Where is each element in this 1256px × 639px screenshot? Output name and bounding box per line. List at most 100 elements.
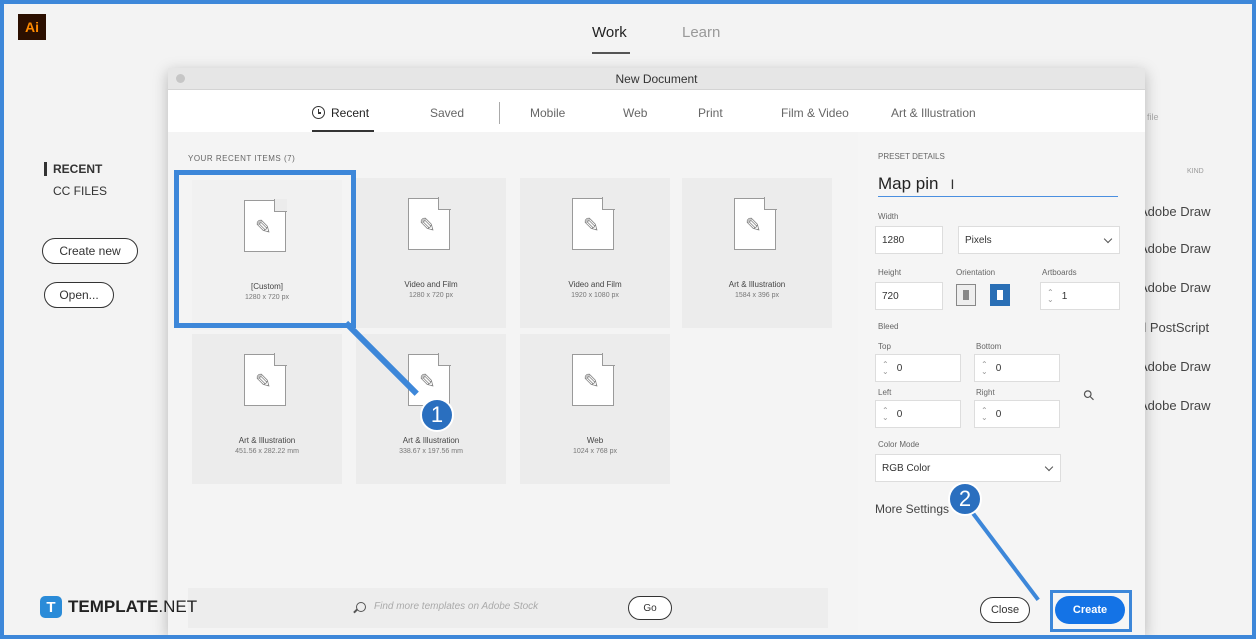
tab-web[interactable]: Web [623, 106, 647, 120]
go-button[interactable]: Go [628, 596, 672, 620]
stepper-arrows-icon[interactable]: ⌃ ⌄ [1047, 289, 1054, 304]
preset-tile[interactable]: ✎ Video and Film 1920 x 1080 px [520, 178, 670, 328]
artboards-stepper[interactable]: ⌃ ⌄ 1 [1040, 282, 1120, 310]
preset-tile-size: 1024 x 768 px [573, 448, 617, 455]
tab-film-video[interactable]: Film & Video [781, 106, 849, 120]
preset-tile-size: 338.67 x 197.56 mm [399, 448, 463, 455]
bg-list-partial-header: file [1147, 112, 1159, 122]
bleed-left-stepper[interactable]: ⌃ ⌄ 0 [875, 400, 961, 428]
preset-details-panel: PRESET DETAILS Map pin I Width 1280 Pixel… [858, 132, 1145, 635]
stepper-arrows-icon[interactable]: ⌃ ⌄ [981, 361, 988, 376]
document-icon: ✎ [408, 197, 451, 250]
bleed-bottom-stepper[interactable]: ⌃ ⌄ 0 [974, 354, 1060, 382]
preset-tile[interactable]: ✎ Video and Film 1280 x 720 px [356, 178, 506, 328]
color-mode-label: Color Mode [878, 440, 920, 449]
bleed-label: Bleed [878, 322, 899, 331]
brand-name: TEMPLATE [68, 597, 159, 616]
list-item[interactable]: Adobe Draw [1139, 359, 1211, 374]
document-icon: ✎ [244, 353, 287, 406]
bleed-top-stepper[interactable]: ⌃ ⌄ 0 [875, 354, 961, 382]
template-logo-icon: T [40, 596, 62, 618]
height-field[interactable]: 720 [875, 282, 943, 310]
document-name-field[interactable]: Map pin I [878, 174, 1118, 197]
stepper-arrows-icon[interactable]: ⌃ ⌄ [882, 361, 889, 376]
tab-separator [499, 102, 500, 124]
template-net-watermark: T TEMPLATE.NET [40, 596, 197, 618]
tab-recent[interactable]: Recent [312, 106, 369, 120]
preset-tile-size: 1920 x 1080 px [571, 292, 619, 299]
preset-details-heading: PRESET DETAILS [878, 152, 945, 161]
tab-print[interactable]: Print [698, 106, 723, 120]
preset-tile-name: Video and Film [568, 280, 622, 289]
width-label: Width [878, 212, 899, 221]
close-button[interactable]: Close [980, 597, 1030, 623]
dialog-title: New Document [615, 72, 698, 86]
chevron-down-icon [1044, 462, 1054, 472]
units-select[interactable]: Pixels [958, 226, 1120, 254]
dialog-titlebar: New Document [168, 68, 1145, 90]
preset-tile-name: Web [586, 436, 604, 445]
document-icon: ✎ [572, 197, 615, 250]
search-icon [356, 602, 366, 612]
document-icon: ✎ [408, 353, 451, 406]
artboards-label: Artboards [1042, 268, 1077, 277]
list-item[interactable]: d PostScript [1139, 320, 1209, 335]
stock-search-bar: Find more templates on Adobe Stock Go [188, 588, 828, 628]
document-icon: ✎ [572, 353, 615, 406]
portrait-orientation-icon[interactable] [956, 284, 976, 306]
preset-tile-name: Art & Illustration [238, 436, 296, 445]
step1-highlight [174, 170, 356, 328]
chevron-down-icon [1103, 234, 1113, 244]
create-new-button[interactable]: Create new [42, 238, 138, 264]
more-settings-button[interactable]: More Settings [875, 502, 949, 516]
tab-art-illustration[interactable]: Art & Illustration [891, 106, 976, 120]
preset-tile[interactable]: ✎ Web 1024 x 768 px [520, 334, 670, 484]
tab-saved[interactable]: Saved [430, 106, 464, 120]
nav-cc-files[interactable]: CC FILES [44, 184, 107, 198]
top-label: Top [878, 342, 891, 351]
stepper-arrows-icon[interactable]: ⌃ ⌄ [981, 407, 988, 422]
preset-tile-name: Art & Illustration [728, 280, 786, 289]
document-icon: ✎ [734, 197, 777, 250]
illustrator-logo-icon: Ai [18, 14, 46, 40]
left-label: Left [878, 388, 892, 397]
preset-tile-size: 1280 x 720 px [409, 292, 453, 299]
clock-icon [312, 106, 325, 119]
preset-category-tabs: Recent Saved Mobile Web Print Film & Vid… [168, 90, 1145, 132]
brand-suffix: .NET [158, 597, 198, 616]
home-left-nav: RECENT CC FILES [44, 162, 107, 198]
preset-tile[interactable]: ✎ Art & Illustration 1584 x 396 px [682, 178, 832, 328]
width-field[interactable]: 1280 [875, 226, 943, 254]
right-label: Right [976, 388, 995, 397]
list-item[interactable]: Adobe Draw [1139, 241, 1211, 256]
tab-mobile[interactable]: Mobile [530, 106, 565, 120]
tab-learn[interactable]: Learn [682, 24, 720, 41]
orientation-label: Orientation [956, 268, 996, 277]
preset-tile-size: 1584 x 396 px [735, 292, 779, 299]
stock-search-input[interactable]: Find more templates on Adobe Stock [374, 601, 538, 612]
list-item[interactable]: Adobe Draw [1139, 398, 1211, 413]
recent-items-heading: YOUR RECENT ITEMS (7) [188, 154, 296, 163]
step2-badge: 2 [948, 482, 982, 516]
landscape-orientation-icon[interactable] [990, 284, 1010, 306]
text-cursor-icon: I [950, 176, 955, 192]
color-mode-select[interactable]: RGB Color [875, 454, 1061, 482]
list-item[interactable]: Adobe Draw [1139, 204, 1211, 219]
height-label: Height [878, 268, 902, 277]
app-window: Ai Work Learn RECENT CC FILES Create new… [4, 4, 1252, 635]
nav-recent[interactable]: RECENT [44, 162, 107, 176]
stepper-arrows-icon[interactable]: ⌃ ⌄ [882, 407, 889, 422]
step2-highlight [1050, 590, 1132, 632]
bg-list-kind-header: KIND [1187, 168, 1204, 175]
step1-badge: 1 [420, 398, 454, 432]
preset-tile-name: Art & Illustration [402, 436, 460, 445]
preset-tile[interactable]: ✎ Art & Illustration 451.56 x 282.22 mm [192, 334, 342, 484]
preset-tile-size: 451.56 x 282.22 mm [235, 448, 299, 455]
list-item[interactable]: Adobe Draw [1139, 280, 1211, 295]
link-icon[interactable]: ⚲ [1079, 386, 1098, 405]
open-button[interactable]: Open... [44, 282, 114, 308]
bottom-label: Bottom [976, 342, 1002, 351]
preset-tile-name: Video and Film [404, 280, 458, 289]
bleed-right-stepper[interactable]: ⌃ ⌄ 0 [974, 400, 1060, 428]
tab-work[interactable]: Work [592, 24, 627, 41]
